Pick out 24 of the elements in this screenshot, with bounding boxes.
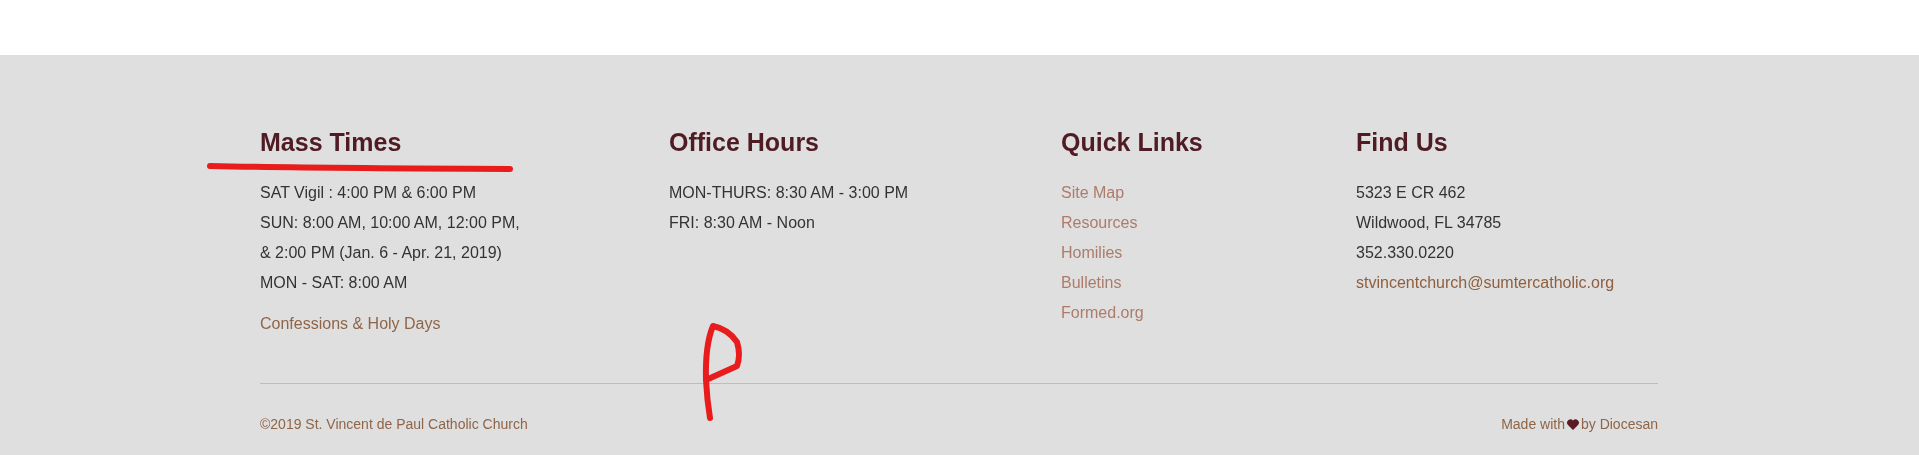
quick-link[interactable]: Formed.org (1061, 298, 1144, 328)
footer-text: MON-THURS: 8:30 AM - 3:00 PM (669, 183, 909, 203)
footer-text: Wildwood, FL 34785 (1356, 213, 1502, 233)
column-heading: Quick Links (1061, 127, 1203, 157)
footer-text: 5323 E CR 462 (1356, 183, 1466, 203)
footer-text: MON - SAT: 8:00 AM (260, 273, 408, 293)
credit-text: by Diocesan (1580, 415, 1658, 434)
column-heading: Mass Times (260, 127, 402, 157)
footer-text: SUN: 8:00 AM, 10:00 AM, 12:00 PM, (260, 213, 520, 233)
heart-icon (1566, 419, 1579, 430)
quick-link[interactable]: Resources (1061, 208, 1138, 238)
footer-text: FRI: 8:30 AM - Noon (669, 213, 815, 233)
column-heading: Find Us (1356, 127, 1448, 157)
credit-text: Made with (1501, 415, 1565, 434)
quick-link[interactable]: Bulletins (1061, 268, 1122, 298)
copyright-text: ©2019 St. Vincent de Paul Catholic Church (260, 415, 528, 434)
quick-link[interactable]: Site Map (1061, 178, 1125, 208)
footer-text: 352.330.0220 (1356, 243, 1454, 263)
email-link[interactable]: stvincentchurch@sumtercatholic.org (1356, 268, 1615, 298)
footer-text: SAT Vigil : 4:00 PM & 6:00 PM (260, 183, 477, 203)
quick-link[interactable]: Homilies (1061, 238, 1123, 268)
footer-text: & 2:00 PM (Jan. 6 - Apr. 21, 2019) (260, 243, 502, 263)
column-heading: Office Hours (669, 127, 820, 157)
footer-link[interactable]: Confessions & Holy Days (260, 309, 441, 339)
